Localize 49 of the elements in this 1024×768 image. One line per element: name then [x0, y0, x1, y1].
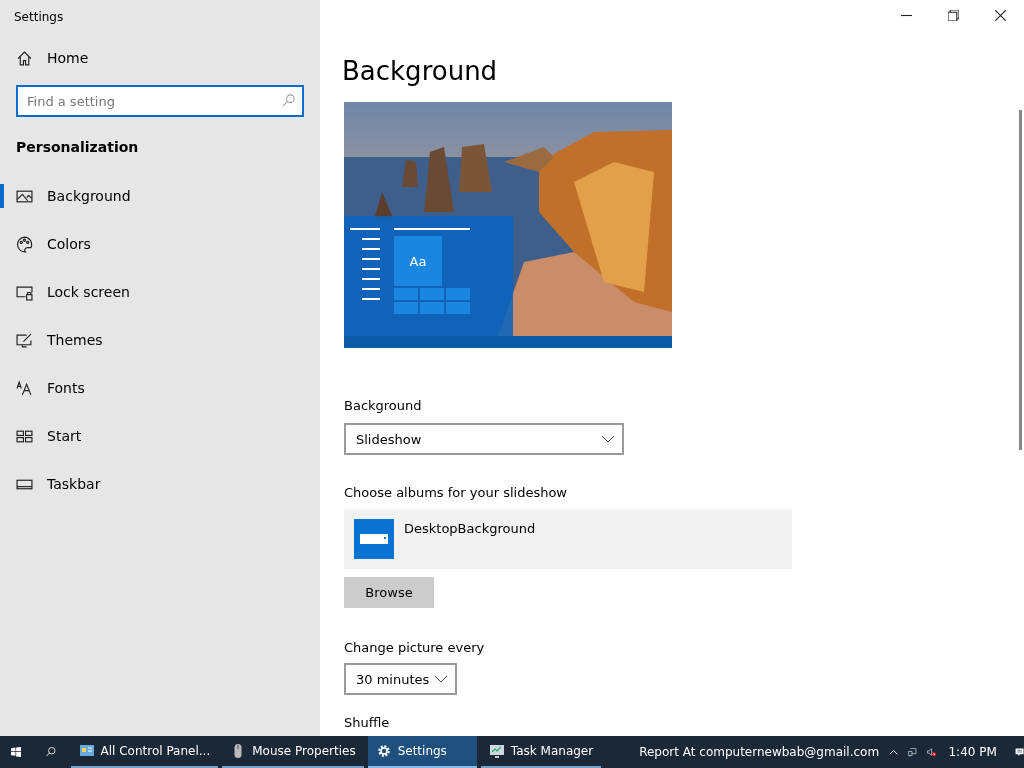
scrollbar[interactable] — [1019, 110, 1022, 450]
taskbar-button[interactable]: Mouse Properties — [222, 736, 364, 768]
album-item[interactable]: DesktopBackground — [344, 509, 792, 569]
chevron-down-icon — [602, 435, 614, 443]
home-link[interactable]: Home — [0, 43, 320, 73]
background-dropdown[interactable]: Slideshow — [344, 423, 624, 455]
preview-tile: Aa — [394, 236, 442, 286]
palette-icon — [16, 235, 33, 253]
preview-tile — [446, 302, 470, 314]
control-panel-icon — [78, 743, 95, 759]
settings-icon — [375, 743, 392, 759]
taskbar-button[interactable]: All Control Panel... — [70, 736, 219, 768]
monitor-icon — [488, 743, 505, 759]
muted-speaker-icon[interactable] — [927, 745, 937, 759]
search-icon — [281, 93, 296, 108]
clock-time[interactable]: 1:40 PM — [948, 745, 997, 759]
field-label: Background — [344, 398, 422, 413]
restore-icon[interactable] — [948, 10, 959, 21]
taskbar-button[interactable]: Task Manager — [480, 736, 602, 768]
preview-tile — [394, 288, 418, 300]
preview-tile — [446, 288, 470, 300]
close-icon[interactable] — [995, 10, 1006, 21]
sidebar-item[interactable]: Lock screen — [0, 277, 320, 307]
network-icon[interactable] — [908, 745, 918, 759]
sidebar-item[interactable]: Themes — [0, 325, 320, 355]
preview-tile — [420, 302, 444, 314]
home-icon — [16, 49, 33, 67]
taskbar-button[interactable]: Settings — [367, 736, 477, 768]
preview-tile — [394, 302, 418, 314]
sidebar-item[interactable]: Background — [0, 181, 320, 211]
themes-icon — [16, 331, 33, 349]
sidebar-item[interactable]: Colors — [0, 229, 320, 259]
field-label: Shuffle — [344, 715, 390, 730]
sidebar-item[interactable]: Taskbar — [0, 469, 320, 499]
interval-dropdown[interactable]: 30 minutes — [344, 663, 457, 695]
preview-tile — [420, 288, 444, 300]
window-title: Settings — [13, 9, 65, 26]
sidebar-item[interactable]: Fonts — [0, 373, 320, 403]
field-label: Choose albums for your slideshow — [344, 485, 567, 500]
chevron-down-icon — [435, 675, 447, 683]
fonts-icon — [16, 379, 33, 397]
page-title: Background — [342, 56, 498, 86]
report-text: Report At computernewbab@gmail.com — [639, 745, 880, 759]
sidebar-item[interactable]: Start — [0, 421, 320, 451]
search-field[interactable]: Find a setting — [16, 85, 304, 117]
field-label: Change picture every — [344, 640, 485, 655]
browse-button[interactable]: Browse — [344, 577, 434, 608]
section-heading: Personalization — [15, 138, 140, 155]
folder-icon — [354, 519, 394, 559]
